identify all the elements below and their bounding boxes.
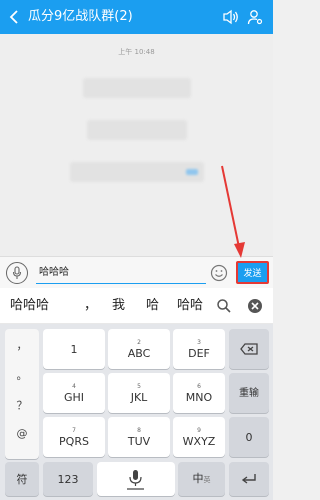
- voice-call-button[interactable]: [219, 0, 243, 34]
- keyboard: ， 。 ？ @ 1 2 ABC 3 DEF 4 GHI 5 JKL 6 MNO 重输 7P…: [0, 324, 273, 500]
- key-ghi[interactable]: 4 GHI: [43, 373, 105, 413]
- smiley-icon: [210, 264, 228, 282]
- punct-key[interactable]: @: [5, 427, 39, 440]
- microphone-icon: [12, 266, 22, 279]
- search-icon: [217, 299, 231, 313]
- enter-key[interactable]: [229, 462, 269, 496]
- key-0[interactable]: 0: [229, 417, 269, 457]
- input-bar: 哈哈哈: [0, 256, 273, 288]
- search-button[interactable]: [216, 298, 232, 314]
- user-settings-icon: [247, 10, 263, 25]
- candidate-word[interactable]: 我: [112, 288, 125, 324]
- backspace-key[interactable]: [229, 329, 269, 369]
- candidate-bar: 哈哈哈 ， 我 哈 哈哈: [0, 288, 273, 324]
- key-def[interactable]: 3 DEF: [173, 329, 225, 369]
- numeric-key[interactable]: 123: [43, 462, 93, 496]
- punct-key[interactable]: ，: [5, 337, 39, 353]
- invite-link: [186, 169, 198, 175]
- key-wxyz[interactable]: 9 WXYZ: [173, 417, 225, 457]
- group-info-button[interactable]: [243, 0, 267, 34]
- punct-key[interactable]: ？: [5, 397, 39, 413]
- key-1[interactable]: 1: [43, 329, 105, 369]
- message-list[interactable]: 上午 10:48: [0, 34, 273, 256]
- candidate-word[interactable]: ，: [84, 288, 97, 324]
- message-timestamp: 上午 10:48: [118, 48, 155, 56]
- candidate-word[interactable]: 哈: [146, 288, 159, 324]
- send-button[interactable]: 发送: [236, 261, 269, 284]
- key-mno[interactable]: 6 MNO: [173, 373, 225, 413]
- space-mic-icon: [127, 470, 144, 490]
- message-input[interactable]: 哈哈哈: [36, 264, 206, 284]
- system-message: [87, 120, 187, 140]
- emoji-button[interactable]: [210, 264, 228, 282]
- chevron-left-icon: [9, 10, 18, 24]
- key-abc[interactable]: 2 ABC: [108, 329, 170, 369]
- close-icon: [248, 299, 262, 313]
- chat-title: 瓜分9亿战队群(2): [28, 9, 133, 24]
- candidate-word[interactable]: 哈哈哈: [10, 288, 49, 324]
- backspace-icon: [240, 343, 258, 355]
- system-message: [83, 78, 191, 98]
- punct-key[interactable]: 。: [5, 367, 39, 383]
- symbol-key[interactable]: 符: [5, 462, 39, 496]
- retype-key[interactable]: 重输: [229, 373, 269, 413]
- key-tuv[interactable]: 8 TUV: [108, 417, 170, 457]
- voice-input-button[interactable]: [6, 262, 28, 284]
- punctuation-panel: ， 。 ？ @: [5, 329, 39, 459]
- chat-header: 瓜分9亿战队群(2): [0, 0, 273, 34]
- key-jkl[interactable]: 5 JKL: [108, 373, 170, 413]
- enter-icon: [241, 474, 256, 484]
- system-message: [70, 162, 204, 182]
- close-candidates-button[interactable]: [247, 298, 263, 314]
- speaker-icon: [223, 9, 238, 25]
- key-pqrs[interactable]: 7 PQRS: [43, 417, 105, 457]
- space-key[interactable]: [97, 462, 175, 496]
- back-button[interactable]: [0, 0, 28, 34]
- language-switch-key[interactable]: 中英: [178, 462, 225, 496]
- candidate-word[interactable]: 哈哈: [177, 288, 207, 324]
